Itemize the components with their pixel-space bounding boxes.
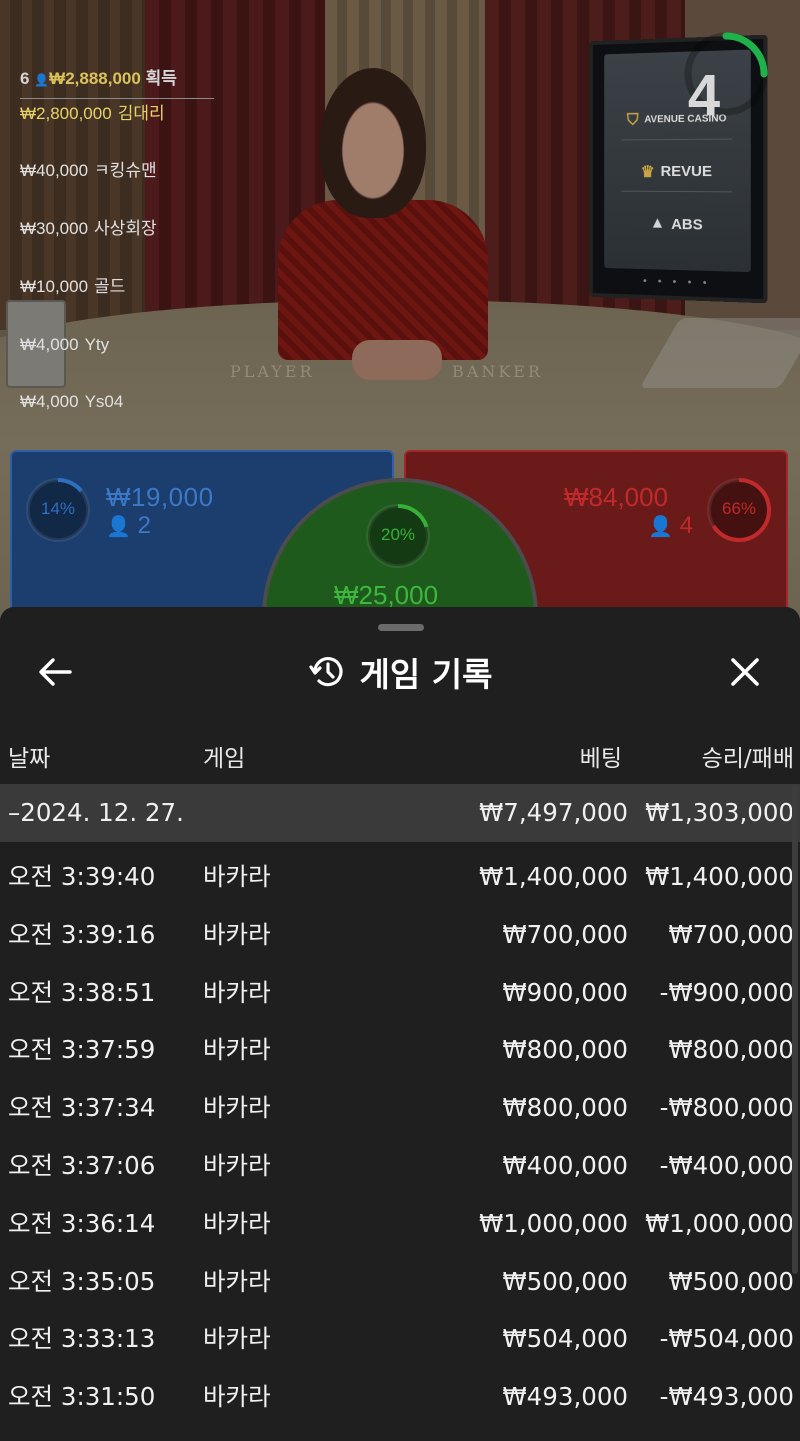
table-row[interactable]: 오전 3:37:59 바카라 ₩800,000 ₩800,000 [0,1021,800,1079]
row-bet: ₩800,000 [502,1035,628,1065]
felt-label-banker: BANKER [452,362,543,381]
sheet-header: 게임 기록 [0,637,800,707]
row-result: ₩1,400,000 [645,862,794,891]
table-row[interactable]: 오전 3:31:50 바카라 ₩493,000 -₩493,000 [0,1368,800,1426]
history-icon [308,657,343,687]
winner-row: ₩4,000 Ys04 [20,392,124,412]
row-game: 바카라 [203,862,271,891]
user-icon: 👤 [648,516,673,538]
row-bet: ₩500,000 [502,1266,628,1296]
table-row[interactable]: 오전 3:38:51 바카라 ₩900,000 -₩900,000 [0,964,800,1022]
winner-row: ₩10,000 골드 [20,276,126,296]
crown-icon: ♛ [640,163,655,181]
row-time: 오전 3:35:05 [8,1266,156,1296]
promo-logo: ♛ REVUE [621,151,733,193]
winner-row: ₩40,000 ㅋ킹슈맨 [20,161,157,181]
row-game: 바카라 [203,1035,271,1065]
player-percent: 14% [40,499,76,518]
user-icon: 👤 [34,73,50,87]
row-time: 오전 3:39:16 [8,919,156,949]
winner-row: ₩2,800,000 김대리 [20,103,165,123]
row-time: 오전 3:31:50 [8,1382,156,1412]
table-row[interactable]: 오전 3:37:34 바카라 ₩800,000 -₩800,000 [0,1079,800,1137]
table-row[interactable]: 오전 3:33:13 바카라 ₩504,000 -₩504,000 [0,1310,800,1368]
user-icon: 👤 [106,516,131,538]
table-row[interactable]: 오전 3:37:06 바카라 ₩400,000 -₩400,000 [0,1137,800,1195]
player-bettor-count: 👤 2 [106,512,151,539]
row-bet: ₩400,000 [502,1150,628,1180]
row-result: -₩504,000 [659,1324,794,1354]
row-time: 오전 3:37:34 [8,1093,156,1123]
row-bet: ₩493,000 [502,1382,628,1412]
arrow-logo-icon: ▲ [649,214,666,232]
row-bet: ₩800,000 [502,1093,628,1123]
row-result: ₩700,000 [668,919,794,949]
row-game: 바카라 [203,1150,271,1180]
date-group-label: –2024. 12. 27. [8,798,184,827]
winner-row: ₩30,000 사상회장 [20,219,157,239]
game-history-sheet: 게임 기록 날짜 게임 베팅 승리/패배 –2024. 12. 27. ₩7,4… [0,607,800,1441]
date-group-bet-total: ₩7,497,000 [479,798,628,827]
column-header-date[interactable]: 날짜 [8,739,50,773]
row-result: -₩900,000 [659,977,794,1007]
row-bet: ₩1,400,000 [479,862,628,891]
row-result: -₩400,000 [659,1150,794,1180]
row-result: ₩1,000,000 [645,1208,794,1238]
countdown-number: 4 [687,63,721,128]
date-group-row[interactable]: –2024. 12. 27. ₩7,497,000 ₩1,303,000 [0,784,800,842]
row-bet: ₩504,000 [502,1324,628,1354]
winners-list: 6 👤₩2,888,000 획득 ₩2,800,000 김대리 ₩40,000 ㅋ킹… [20,64,214,445]
row-time: 오전 3:38:51 [8,977,156,1007]
date-group-result-total: ₩1,303,000 [645,798,794,827]
row-bet: ₩700,000 [502,919,628,949]
row-bet: ₩900,000 [502,977,628,1007]
winner-row: ₩4,000 Yty [20,334,110,354]
sheet-drag-handle[interactable] [378,624,424,631]
sheet-title: 게임 기록 [359,655,493,694]
row-time: 오전 3:33:13 [8,1324,156,1354]
row-game: 바카라 [203,1324,271,1354]
history-table: –2024. 12. 27. ₩7,497,000 ₩1,303,000 오전 … [0,784,800,1426]
close-button[interactable] [718,647,772,697]
row-result: ₩500,000 [668,1266,794,1296]
tie-percent: 20% [380,525,416,544]
row-game: 바카라 [203,1093,271,1123]
row-result: ₩800,000 [668,1035,794,1065]
row-result: -₩800,000 [659,1093,794,1123]
banker-percent: 66% [721,499,757,518]
row-game: 바카라 [203,1208,271,1238]
table-row[interactable]: 오전 3:39:40 바카라 ₩1,400,000 ₩1,400,000 [0,848,800,906]
row-result: -₩493,000 [659,1382,794,1412]
column-header-game[interactable]: 게임 [203,739,245,773]
row-game: 바카라 [203,1266,271,1296]
row-game: 바카라 [203,919,271,949]
row-time: 오전 3:37:59 [8,1035,156,1065]
row-time: 오전 3:36:14 [8,1208,156,1238]
column-header-result[interactable]: 승리/패배 [702,739,794,773]
shield-icon: ⛉ [626,111,639,129]
player-bet-amount: ₩19,000 [106,482,214,512]
felt-label-player: PLAYER [230,362,315,381]
table-row[interactable]: 오전 3:39:16 바카라 ₩700,000 ₩700,000 [0,906,800,964]
scrollbar[interactable] [792,784,798,1274]
row-time: 오전 3:37:06 [8,1150,156,1180]
dealer [278,200,488,360]
banker-bet-amount: ₩84,000 [564,482,669,512]
dealer-hands [352,340,442,380]
promo-logo: ▲ ABS [649,214,703,233]
table-row[interactable]: 오전 3:35:05 바카라 ₩500,000 ₩500,000 [0,1253,800,1311]
row-game: 바카라 [203,977,271,1007]
carousel-dots: • • • • • [642,275,711,290]
winners-summary: 6 👤₩2,888,000 획득 [20,64,214,99]
banker-bettor-count: 👤 4 [648,512,693,539]
row-time: 오전 3:39:40 [8,862,156,891]
row-game: 바카라 [203,1382,271,1412]
close-icon [731,658,759,686]
column-header-bet[interactable]: 베팅 [580,739,622,773]
table-row[interactable]: 오전 3:36:14 바카라 ₩1,000,000 ₩1,000,000 [0,1195,800,1253]
row-bet: ₩1,000,000 [479,1208,628,1238]
dealer-head [320,68,426,218]
